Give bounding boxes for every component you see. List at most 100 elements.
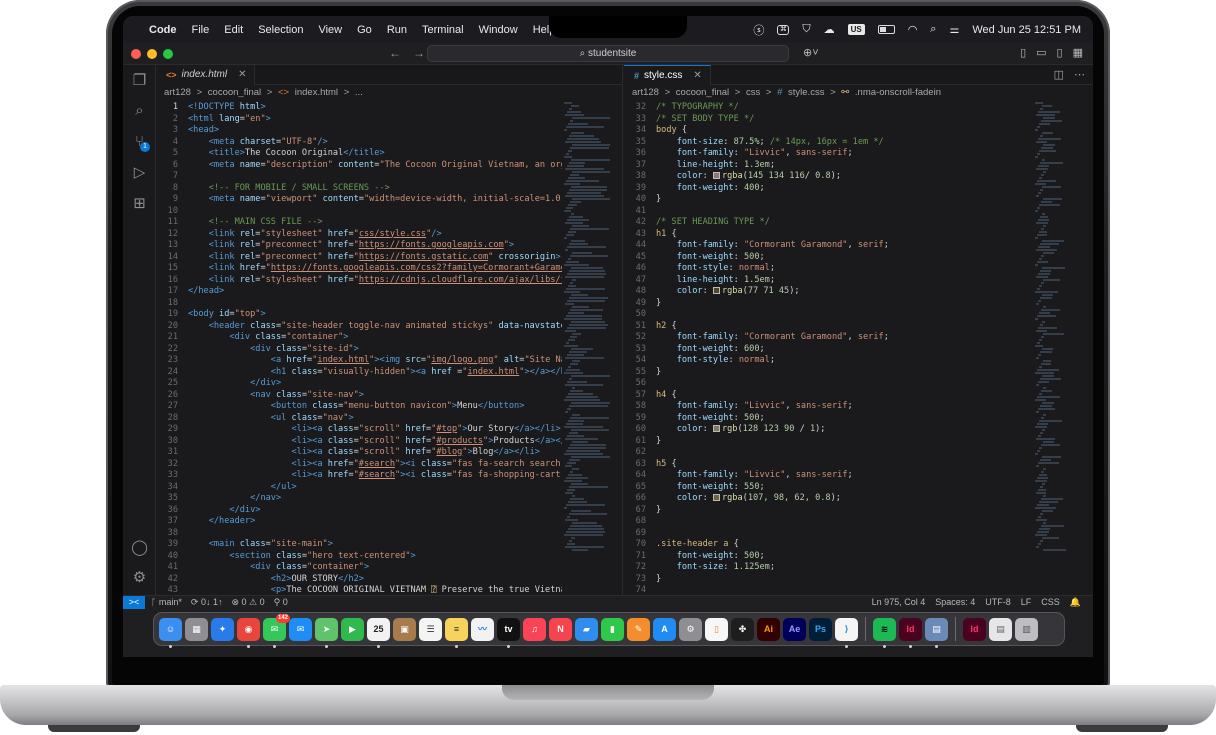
code-line[interactable]: 35 </nav> bbox=[156, 493, 562, 505]
code-line[interactable]: 63 h5 { bbox=[624, 459, 1033, 471]
dock-app-after-effects-icon[interactable]: Ae bbox=[783, 617, 806, 641]
breadcrumb-item[interactable]: art128 bbox=[164, 87, 191, 98]
dock-app-facetime-icon[interactable]: ▶ bbox=[341, 617, 364, 641]
customize-layout-icon[interactable]: ▦ bbox=[1073, 46, 1083, 59]
more-actions-icon[interactable]: ⋯ bbox=[1074, 68, 1085, 81]
code-line[interactable]: 46 font-style: normal; bbox=[624, 263, 1033, 275]
dock-app-messages-icon[interactable]: ✉ 142 bbox=[263, 613, 290, 648]
code-line[interactable]: 73} bbox=[624, 574, 1033, 586]
indentation-status[interactable]: Spaces: 4 bbox=[935, 596, 975, 609]
toggle-sidebar-icon[interactable]: ▯ bbox=[1020, 46, 1026, 59]
code-line[interactable]: 53 font-weight: 600; bbox=[624, 344, 1033, 356]
code-line[interactable]: 32 <li><a href="#search"><i class="fas f… bbox=[156, 459, 562, 471]
code-editor-html[interactable]: 1 <!DOCTYPE html> 2 <html lang="en"> 3 <head>… bbox=[156, 102, 562, 595]
sidecar-icon[interactable]: ⌘ bbox=[777, 24, 790, 35]
code-line[interactable]: 25 </div> bbox=[156, 378, 562, 390]
menu-item-view[interactable]: View bbox=[318, 24, 342, 36]
cursor-position[interactable]: Ln 975, Col 4 bbox=[872, 596, 926, 609]
zoom-window-button[interactable] bbox=[163, 49, 173, 59]
dock-app-launchpad-icon[interactable]: ▦ bbox=[185, 617, 208, 641]
code-line[interactable]: 59 font-weight: 500; bbox=[624, 413, 1033, 425]
menu-item-edit[interactable]: Edit bbox=[224, 24, 243, 36]
code-line[interactable]: 16 <link rel="stylesheet" href="https://… bbox=[156, 275, 562, 287]
encoding-status[interactable]: UTF-8 bbox=[985, 596, 1011, 609]
code-line[interactable]: 2 <html lang="en"> bbox=[156, 114, 562, 126]
code-line[interactable]: 32 /* TYPOGRAPHY */ bbox=[624, 102, 1033, 114]
code-line[interactable]: 62 bbox=[624, 447, 1033, 459]
code-line[interactable]: 65 font-weight: 550; bbox=[624, 482, 1033, 494]
code-line[interactable]: 3 <head> bbox=[156, 125, 562, 137]
menu-item-run[interactable]: Run bbox=[387, 24, 407, 36]
dock-app-freeform-icon[interactable]: 〰 bbox=[471, 617, 494, 641]
code-line[interactable]: 19 <body id="top"> bbox=[156, 309, 562, 321]
code-line[interactable]: 67} bbox=[624, 505, 1033, 517]
dock-app-system-settings-icon[interactable]: ⚙ bbox=[679, 617, 702, 641]
code-line[interactable]: 7 bbox=[156, 171, 562, 183]
menu-item-code[interactable]: Code bbox=[149, 24, 177, 36]
close-tab-icon[interactable]: ✕ bbox=[693, 66, 701, 86]
dock-app-news-icon[interactable]: N bbox=[549, 617, 572, 641]
code-line[interactable]: 54 font-style: normal; bbox=[624, 355, 1033, 367]
code-line[interactable]: 49} bbox=[624, 298, 1033, 310]
dock-app-illustrator-icon[interactable]: Ai bbox=[757, 617, 780, 641]
code-line[interactable]: 20 <header class="site-header toggle-nav… bbox=[156, 321, 562, 333]
code-line[interactable]: 39 font-weight: 400; bbox=[624, 183, 1033, 195]
dock-app-spotify-icon[interactable]: ≋ bbox=[873, 617, 896, 648]
settings-gear-icon[interactable]: ⚙ bbox=[131, 569, 148, 586]
code-line[interactable]: 40 <section class="hero text-centered"> bbox=[156, 551, 562, 563]
code-line[interactable]: 11 <!-- MAIN CSS FILE --> bbox=[156, 217, 562, 229]
dock-app-app-store-icon[interactable]: A bbox=[653, 617, 676, 641]
code-line[interactable]: 8 <!-- FOR MOBILE / SMALL SCREENS --> bbox=[156, 183, 562, 195]
color-swatch[interactable] bbox=[712, 172, 720, 179]
color-swatch[interactable] bbox=[712, 287, 720, 294]
breadcrumb-item[interactable]: style.css bbox=[788, 87, 824, 98]
code-line[interactable]: 38 color: rgba(145 134 116/ 0.8); bbox=[624, 171, 1033, 183]
code-line[interactable]: 37 </header> bbox=[156, 516, 562, 528]
dock-app-notes-brown-icon[interactable]: ▣ bbox=[393, 617, 416, 641]
code-line[interactable]: 74 bbox=[624, 585, 1033, 595]
dock-app-tv-icon[interactable]: tv bbox=[497, 617, 520, 648]
dock-app-figma-icon[interactable]: ✤ bbox=[731, 617, 754, 641]
dock-app-chrome-icon[interactable]: ◉ bbox=[237, 617, 260, 648]
remote-indicator-icon[interactable]: >< bbox=[123, 596, 145, 610]
dock-app-safari-icon[interactable]: ✦ bbox=[211, 617, 234, 641]
dock-app-keynote-icon[interactable]: ▰ bbox=[575, 617, 598, 641]
account-icon[interactable]: ◯ bbox=[131, 539, 148, 556]
code-line[interactable]: 17 </head> bbox=[156, 286, 562, 298]
toggle-panel-icon[interactable]: ▭ bbox=[1036, 46, 1046, 59]
code-line[interactable]: 47 line-height: 1.5em; bbox=[624, 275, 1033, 287]
dock-app-indd-file-icon[interactable]: Id bbox=[963, 617, 986, 641]
tab-index-html[interactable]: <> index.html ✕ bbox=[156, 65, 256, 85]
code-line[interactable]: 26 <nav class="site-nav"> bbox=[156, 390, 562, 402]
code-line[interactable]: 28 <ul class="nav"> bbox=[156, 413, 562, 425]
code-line[interactable]: 34 body { bbox=[624, 125, 1033, 137]
code-line[interactable]: 39 <main class="site-main"> bbox=[156, 539, 562, 551]
code-line[interactable]: 1 <!DOCTYPE html> bbox=[156, 102, 562, 114]
breadcrumb-item[interactable]: art128 bbox=[632, 87, 659, 98]
split-editor-icon[interactable]: ◫ bbox=[1054, 68, 1064, 81]
code-line[interactable]: 71 font-weight: 500; bbox=[624, 551, 1033, 563]
dock-app-finder-icon[interactable]: ☺ bbox=[159, 617, 182, 648]
minimap[interactable] bbox=[1035, 102, 1081, 595]
dock-app-calendar-icon[interactable]: 25 bbox=[367, 617, 390, 648]
toggle-secondary-sidebar-icon[interactable]: ▯ bbox=[1057, 46, 1063, 59]
cloud-icon[interactable]: ☁ bbox=[824, 23, 835, 36]
notifications-bell-icon[interactable]: 🔔 bbox=[1070, 596, 1081, 609]
explorer-icon[interactable]: ❐ bbox=[131, 72, 148, 89]
ports-status[interactable]: ⚲ 0 bbox=[274, 596, 288, 609]
code-line[interactable]: 29 <li><a class="scroll" href="#top">Our… bbox=[156, 424, 562, 436]
code-line[interactable]: 61} bbox=[624, 436, 1033, 448]
dock-app-reminders-icon[interactable]: ☰ bbox=[419, 617, 442, 641]
code-line[interactable]: 69 bbox=[624, 528, 1033, 540]
menu-item-window[interactable]: Window bbox=[479, 24, 518, 36]
eol-status[interactable]: LF bbox=[1021, 596, 1032, 609]
language-mode[interactable]: CSS bbox=[1041, 596, 1060, 609]
problems-status[interactable]: ⊗ 0 ⚠ 0 bbox=[231, 596, 264, 609]
dock-app-indesign-icon[interactable]: Id bbox=[899, 617, 922, 648]
dock-app-music-icon[interactable]: ♫ bbox=[523, 617, 546, 641]
dock-app-photoshop-icon[interactable]: Ps bbox=[809, 617, 832, 641]
code-line[interactable]: 14 <link rel="preconnect" href="https://… bbox=[156, 252, 562, 264]
code-line[interactable]: 24 <h1 class="visually-hidden"><a href =… bbox=[156, 367, 562, 379]
code-line[interactable]: 31 <li><a class="scroll" href="#blog">Bl… bbox=[156, 447, 562, 459]
code-line[interactable]: 45 font-weight: 500; bbox=[624, 252, 1033, 264]
